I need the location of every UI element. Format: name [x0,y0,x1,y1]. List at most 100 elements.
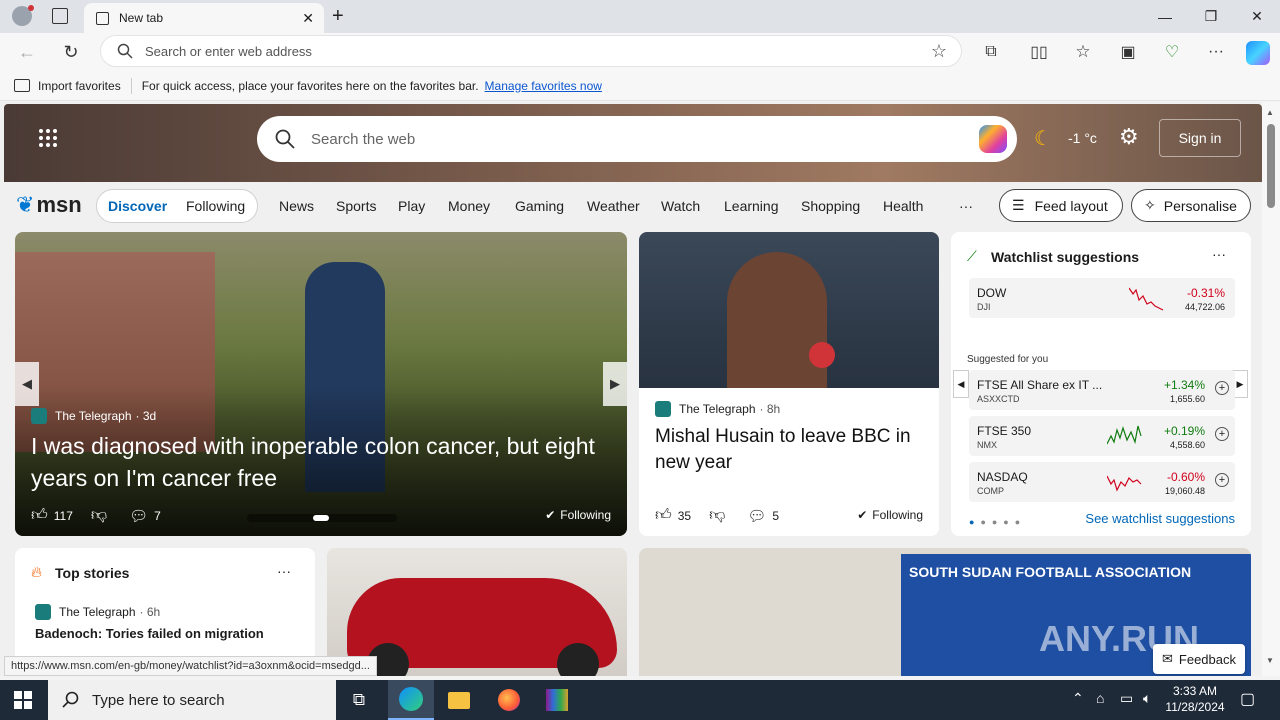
like-icon[interactable]: 👍︎ [655,506,672,525]
top-stories-more-button[interactable]: ··· [277,563,291,579]
copilot-icon[interactable] [979,125,1007,153]
nav-learning[interactable]: Learning [724,198,779,214]
dislike-icon[interactable]: 👎︎ [91,506,107,525]
scroll-up-arrow[interactable]: ▲ [1266,108,1274,117]
main-story-source[interactable]: The Telegraph · 3d [31,408,156,424]
like-icon[interactable]: 👍︎ [31,506,48,525]
stock-row-ftse-all-share[interactable]: FTSE All Share ex IT ... ASXXCTD +1.34% … [969,370,1235,410]
split-screen-icon[interactable]: ▯▯ [1028,41,1050,63]
edge-taskbar-icon[interactable] [388,680,434,720]
carousel-dots[interactable] [247,514,397,522]
top-story-source[interactable]: The Telegraph · 6h [35,604,160,620]
nav-play[interactable]: Play [398,198,425,214]
apps-grid-icon[interactable] [38,128,58,148]
add-to-watchlist-icon[interactable]: + [1215,427,1229,441]
close-window-button[interactable]: ✕ [1234,0,1280,33]
manage-favorites-link[interactable]: Manage favorites now [485,79,602,93]
add-to-watchlist-icon[interactable]: + [1215,473,1229,487]
second-story-headline[interactable]: Mishal Husain to leave BBC in new year [655,424,925,476]
nav-shopping[interactable]: Shopping [801,198,860,214]
main-story-card[interactable]: ◀ ▶ The Telegraph · 3d I was diagnosed w… [15,232,627,536]
file-explorer-icon[interactable] [436,680,482,720]
import-favorites-button[interactable]: Import favorites [38,79,121,93]
suggested-label: Suggested for you [967,354,1049,365]
task-view-icon[interactable]: ⧉ [336,680,382,720]
nav-health[interactable]: Health [883,198,923,214]
football-story-card[interactable]: SOUTH SUDAN FOOTBALL ASSOCIATION ANY.RUN… [639,548,1251,676]
import-icon[interactable] [14,79,30,92]
nav-weather[interactable]: Weather [587,198,640,214]
restore-button[interactable]: ❐ [1188,0,1234,33]
main-story-following-label: Following [560,508,611,522]
tab-actions-icon[interactable] [52,8,68,24]
msn-logo[interactable]: ❦ msn [16,192,82,218]
scroll-down-arrow[interactable]: ▼ [1266,656,1274,665]
nav-sports[interactable]: Sports [336,198,376,214]
main-story-following[interactable]: ✔ Following [545,508,611,522]
flame-icon: 🔥︎ [31,564,43,581]
nav-more-button[interactable]: ··· [959,198,973,214]
favorite-star-icon[interactable]: ☆ [931,41,947,62]
stock-row-ftse-350[interactable]: FTSE 350 NMX +0.19% 4,558.60 + [969,416,1235,456]
second-story-card[interactable]: The Telegraph · 8h Mishal Husain to leav… [639,232,939,536]
copilot-icon[interactable] [1246,41,1270,65]
comment-icon[interactable]: 💬︎ [747,507,766,525]
tray-chevron-icon[interactable]: ⌃ [1072,690,1084,707]
second-story-source[interactable]: The Telegraph · 8h [655,401,780,417]
search-icon [275,129,295,149]
notifications-icon[interactable]: ▢ [1240,689,1255,709]
performance-icon[interactable]: ♡ [1161,41,1183,63]
second-story-following[interactable]: ✔ Following [857,508,923,522]
watchlist-prev-button[interactable]: ◀ [953,370,969,398]
nav-news[interactable]: News [279,198,314,214]
tray-app-icon[interactable]: ⌂ [1096,690,1104,706]
firefox-icon[interactable] [486,680,532,720]
tab-new-tab[interactable]: New tab ✕ [84,3,324,33]
second-story-comments: 5 [772,508,780,523]
collections-icon[interactable]: ▣ [1117,41,1139,63]
close-tab-icon[interactable]: ✕ [302,10,314,27]
extensions-icon[interactable]: ⧉ [980,41,1002,63]
settings-more-icon[interactable]: ··· [1205,41,1227,63]
nav-gaming[interactable]: Gaming [515,198,564,214]
personalise-button[interactable]: ✧ Personalise [1131,189,1251,222]
address-bar[interactable]: Search or enter web address ☆ [100,35,962,67]
feedback-button[interactable]: ✉ Feedback [1153,644,1245,674]
watchlist-more-button[interactable]: ··· [1212,246,1226,262]
page-scrollbar[interactable]: ▲ ▼ [1262,102,1280,676]
carousel-prev-button[interactable]: ◀ [15,362,39,406]
minimize-button[interactable]: — [1142,0,1188,33]
new-tab-button[interactable]: + [332,5,344,28]
settings-gear-icon[interactable]: ⚙ [1119,124,1139,150]
tab-discover[interactable]: Discover [108,198,167,214]
start-button[interactable] [0,680,46,720]
winrar-icon[interactable] [534,680,580,720]
feed-layout-button[interactable]: ☰ Feed layout [999,189,1123,222]
add-to-watchlist-icon[interactable]: + [1215,381,1229,395]
taskbar-search-box[interactable]: Type here to search [48,680,336,720]
main-story-headline[interactable]: I was diagnosed with inoperable colon ca… [31,430,601,494]
clock[interactable]: 3:33 AM 11/28/2024 [1164,683,1226,715]
volume-icon[interactable]: 🔈︎ [1143,690,1151,707]
comment-icon[interactable]: 💬︎ [129,507,148,525]
watchlist-page-dots[interactable]: ●●●●● [969,517,1026,527]
web-search-box[interactable]: Search the web [257,116,1017,162]
nav-money[interactable]: Money [448,198,490,214]
top-story-headline[interactable]: Badenoch: Tories failed on migration [35,626,264,641]
favorites-bar: Import favorites For quick access, place… [0,71,1280,101]
tab-following[interactable]: Following [186,198,245,214]
dislike-icon[interactable]: 👎︎ [709,506,725,525]
sign-in-button[interactable]: Sign in [1159,119,1241,157]
back-icon[interactable]: ← [16,41,38,63]
refresh-icon[interactable]: ↻ [60,41,82,63]
nav-watch[interactable]: Watch [661,198,700,214]
carousel-next-button[interactable]: ▶ [603,362,627,406]
favorites-icon[interactable]: ☆ [1072,41,1094,63]
network-icon[interactable]: ▭ [1120,690,1133,707]
scrollbar-thumb[interactable] [1267,124,1275,208]
moon-weather-icon[interactable]: ☾ [1034,126,1052,151]
see-watchlist-link[interactable]: See watchlist suggestions [1085,511,1235,526]
stock-row-nasdaq[interactable]: NASDAQ COMP -0.60% 19,060.48 + [969,462,1235,502]
stock-row-dow[interactable]: DOW DJI -0.31% 44,722.06 [969,278,1235,318]
weather-temperature[interactable]: -1 °c [1068,130,1097,146]
